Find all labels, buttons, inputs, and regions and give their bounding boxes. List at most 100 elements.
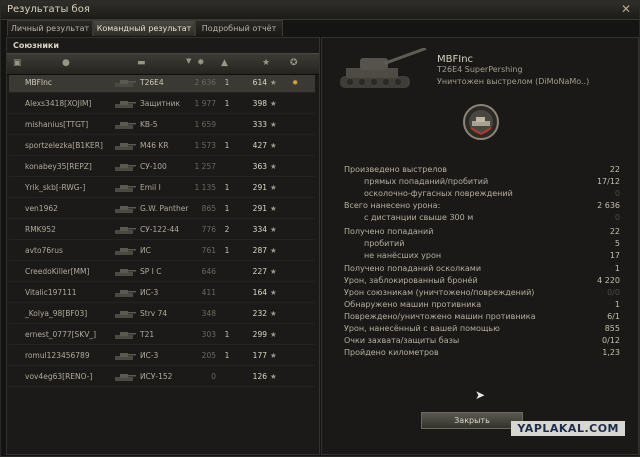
xp-value: 334 <box>252 225 267 234</box>
kills-icon[interactable]: ▲ <box>221 58 228 68</box>
player-row[interactable]: RMK952 СУ-122-44 776 2 334 ★ <box>9 222 315 240</box>
stat-label: Урон, заблокированный бронёй <box>344 276 478 285</box>
xp-value: 427 <box>252 141 267 150</box>
player-row[interactable]: sportzelezka[B1KER] M46 KR 1 573 1 427 ★ <box>9 138 315 156</box>
tank-silhouette-icon <box>115 164 136 171</box>
title-bar: Результаты боя ✕ <box>1 1 639 20</box>
player-icon[interactable]: ● <box>62 58 70 68</box>
player-name: konabey35[REPZ] <box>25 162 92 171</box>
player-name: romul123456789 <box>25 351 90 360</box>
damage-value: 411 <box>201 288 216 297</box>
tank-silhouette-icon <box>115 143 136 150</box>
player-row[interactable]: _Kolya_98[BF03] Strv 74 348 232 ★ <box>9 306 315 324</box>
star-icon: ★ <box>270 183 277 192</box>
player-row[interactable]: ven1962 G.W. Panther 865 1 291 ★ <box>9 201 315 219</box>
tank-silhouette-icon <box>115 311 136 318</box>
tank-name: Защитник <box>140 99 181 108</box>
kills-value: 1 <box>224 78 230 87</box>
stat-row: Произведено выстрелов 22 <box>344 165 620 176</box>
player-row[interactable]: avto76rus ИС 761 1 287 ★ <box>9 243 315 261</box>
stat-label: с дистанции свыше 300 м <box>364 213 474 222</box>
player-row[interactable]: vov4eg63[RENO-] ИСУ-152 0 126 ★ <box>9 369 315 387</box>
medal-column-icon[interactable]: ✪ <box>290 58 298 68</box>
stat-value: 17 <box>609 251 620 260</box>
damage-value: 1 977 <box>194 99 216 108</box>
tank-name: СУ-122-44 <box>140 225 180 234</box>
stat-value: 6/1 <box>607 312 620 321</box>
stat-label: Пройдено километров <box>344 348 439 357</box>
stat-label: пробитий <box>364 239 405 248</box>
player-row[interactable]: Vitalic197111 ИС-3 411 164 ★ <box>9 285 315 303</box>
tank-silhouette-icon <box>115 80 136 87</box>
stat-label: Всего нанесено урона: <box>344 201 441 210</box>
xp-value: 333 <box>252 120 267 129</box>
player-row[interactable]: Alexs3418[XOJIM] Защитник 1 977 1 398 ★ <box>9 96 315 114</box>
tank-silhouette-icon <box>115 227 136 234</box>
stat-row: Всего нанесено урона: 2 636 <box>344 201 620 212</box>
squad-icon[interactable]: ▣ <box>13 58 22 68</box>
player-name: sportzelezka[B1KER] <box>25 141 103 150</box>
damage-value: 2 636 <box>194 78 216 87</box>
xp-value: 363 <box>252 162 267 171</box>
player-row[interactable]: CreedoKiller[MM] SP I C 646 227 ★ <box>9 264 315 282</box>
stat-value: 0/12 <box>602 336 620 345</box>
stat-label: осколочно-фугасных повреждений <box>364 189 513 198</box>
player-name: Vitalic197111 <box>25 288 77 297</box>
player-name: ven1962 <box>25 204 58 213</box>
tank-type-icon[interactable]: ▬ <box>137 58 146 68</box>
stat-label: не нанёсших урон <box>364 251 442 260</box>
player-row[interactable]: ernest_0777[SKV_] T21 303 1 299 ★ <box>9 327 315 345</box>
tank-name: KB-5 <box>140 120 158 129</box>
xp-value: 126 <box>252 372 267 381</box>
tank-silhouette-icon <box>115 122 136 129</box>
tab-personal-result[interactable]: Личный результат <box>7 20 93 36</box>
stat-value: 17/12 <box>596 177 620 186</box>
sort-arrow-icon[interactable]: ▼ <box>186 57 191 65</box>
star-icon: ★ <box>270 372 277 381</box>
kills-value: 1 <box>224 183 230 192</box>
player-name: _Kolya_98[BF03] <box>25 309 88 318</box>
damage-value: 776 <box>201 225 216 234</box>
window-title: Результаты боя <box>7 4 90 15</box>
xp-value: 291 <box>252 204 267 213</box>
kills-value: 2 <box>224 225 230 234</box>
stat-label: прямых попаданий/пробитий <box>364 177 489 186</box>
damage-value: 761 <box>201 246 216 255</box>
star-icon: ★ <box>270 78 277 87</box>
star-icon: ★ <box>270 120 277 129</box>
stat-row: Получено попаданий 22 <box>344 227 620 238</box>
tank-name: M46 KR <box>140 141 169 150</box>
damage-value: 205 <box>201 351 216 360</box>
stat-row: Обнаружено машин противника 1 <box>344 300 620 311</box>
tank-name: ИС <box>140 246 151 255</box>
player-row[interactable]: konabey35[REPZ] СУ-100 1 257 363 ★ <box>9 159 315 177</box>
tank-name: Emil I <box>140 183 161 192</box>
player-row[interactable]: Yrik_skb[-RWG-] Emil I 1 135 1 291 ★ <box>9 180 315 198</box>
close-icon[interactable]: ✕ <box>619 2 633 16</box>
player-row[interactable]: MBFInc T26E4 2 636 1 614 ★ ✹ <box>9 75 315 93</box>
close-button[interactable]: Закрыть <box>421 412 523 429</box>
stat-value: 22 <box>609 227 620 236</box>
player-row[interactable]: romul123456789 ИС-3 205 1 177 ★ <box>9 348 315 366</box>
star-icon: ★ <box>270 225 277 234</box>
damage-value: 303 <box>201 330 216 339</box>
detail-tank-name: T26E4 SuperPershing <box>437 65 523 74</box>
star-icon: ★ <box>270 246 277 255</box>
star-icon: ★ <box>270 162 277 171</box>
damage-value: 646 <box>201 267 216 276</box>
tab-detailed-report[interactable]: Подробный отчёт <box>195 20 283 36</box>
xp-star-icon[interactable]: ★ <box>262 58 270 68</box>
tank-silhouette-icon <box>115 269 136 276</box>
stat-value: 1,23 <box>602 348 620 357</box>
stat-value: 855 <box>604 324 620 333</box>
stat-label: Получено попаданий осколками <box>344 264 482 273</box>
tab-team-result[interactable]: Командный результат <box>93 20 195 36</box>
damage-value: 0 <box>211 372 216 381</box>
damage-icon[interactable]: ✸ <box>197 58 205 68</box>
kills-value: 1 <box>224 351 230 360</box>
tank-silhouette-icon <box>115 206 136 213</box>
player-row[interactable]: mishanius[TTGT] KB-5 1 659 333 ★ <box>9 117 315 135</box>
xp-value: 177 <box>252 351 267 360</box>
stat-value: 0 <box>614 189 620 198</box>
tank-name: SP I C <box>140 267 162 276</box>
